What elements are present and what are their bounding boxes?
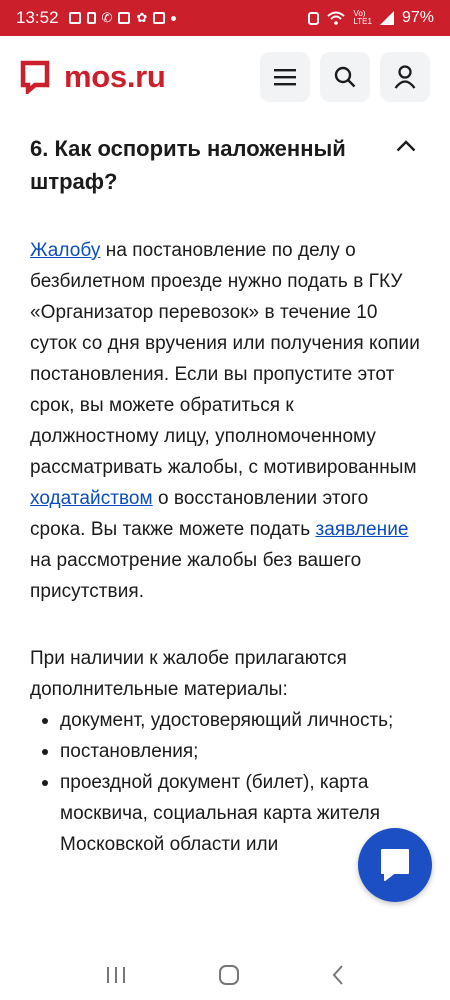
logo-icon	[20, 60, 50, 94]
calendar-icon	[118, 12, 131, 24]
user-icon	[394, 65, 416, 89]
complaint-link[interactable]: Жалобу	[30, 240, 100, 261]
profile-button[interactable]	[380, 52, 430, 102]
status-bar: 13:52 ✆ ✿ Vo) LTE1 97%	[0, 0, 450, 36]
signal-icon	[379, 11, 394, 25]
wifi-icon	[327, 11, 346, 25]
petition-link[interactable]: ходатайством	[30, 488, 153, 509]
more-dot-icon	[171, 15, 177, 21]
section-title: 6. Как оспорить наложенный штраф?	[30, 136, 346, 194]
home-icon[interactable]	[218, 964, 240, 986]
materials-intro: При наличии к жалобе прилагаются дополни…	[30, 648, 347, 700]
main-content: 6. Как оспорить наложенный штраф? Жалобу…	[0, 118, 450, 950]
complaint-paragraph: Жалобу на постановление по делу о безбил…	[30, 235, 420, 607]
menu-icon	[274, 69, 296, 86]
search-icon	[334, 66, 356, 88]
search-button[interactable]	[320, 52, 370, 102]
paragraph-text-1: на постановление по делу о безбилетном п…	[30, 240, 420, 478]
notification-icons: ✆ ✿	[68, 10, 177, 26]
check-icon	[153, 12, 166, 24]
chat-icon	[381, 849, 409, 881]
list-item: документ, удостоверяющий личность;	[30, 705, 420, 736]
accordion-header[interactable]: 6. Как оспорить наложенный штраф?	[30, 132, 420, 198]
chat-button[interactable]	[358, 828, 432, 902]
recent-apps-icon[interactable]	[105, 965, 127, 985]
header-buttons	[260, 52, 430, 102]
notification-icon	[68, 12, 81, 24]
network-label: Vo) LTE1	[353, 10, 372, 26]
logo[interactable]: mos.ru	[20, 59, 166, 95]
application-link[interactable]: заявление	[315, 519, 408, 540]
system-nav-bar	[0, 950, 450, 1000]
list-item: проездной документ (билет), карта москви…	[30, 767, 420, 860]
materials-list: документ, удостоверяющий личность; поста…	[30, 705, 420, 860]
chevron-up-icon[interactable]	[396, 140, 416, 152]
back-icon[interactable]	[331, 964, 345, 986]
paragraph-text-3: на рассмотрение жалобы без вашего присут…	[30, 550, 362, 602]
status-right: Vo) LTE1 97%	[308, 9, 434, 27]
logo-text: mos.ru	[64, 59, 166, 94]
site-header: mos.ru	[0, 36, 450, 118]
status-time: 13:52	[16, 8, 59, 27]
alarm-icon	[308, 11, 320, 25]
phone-icon: ✆	[101, 10, 113, 25]
menu-button[interactable]	[260, 52, 310, 102]
network-bottom: LTE1	[353, 17, 372, 26]
sim-icon	[86, 12, 96, 24]
battery-percent: 97%	[401, 9, 434, 26]
list-item: постановления;	[30, 736, 420, 767]
bug-icon: ✿	[136, 10, 148, 25]
